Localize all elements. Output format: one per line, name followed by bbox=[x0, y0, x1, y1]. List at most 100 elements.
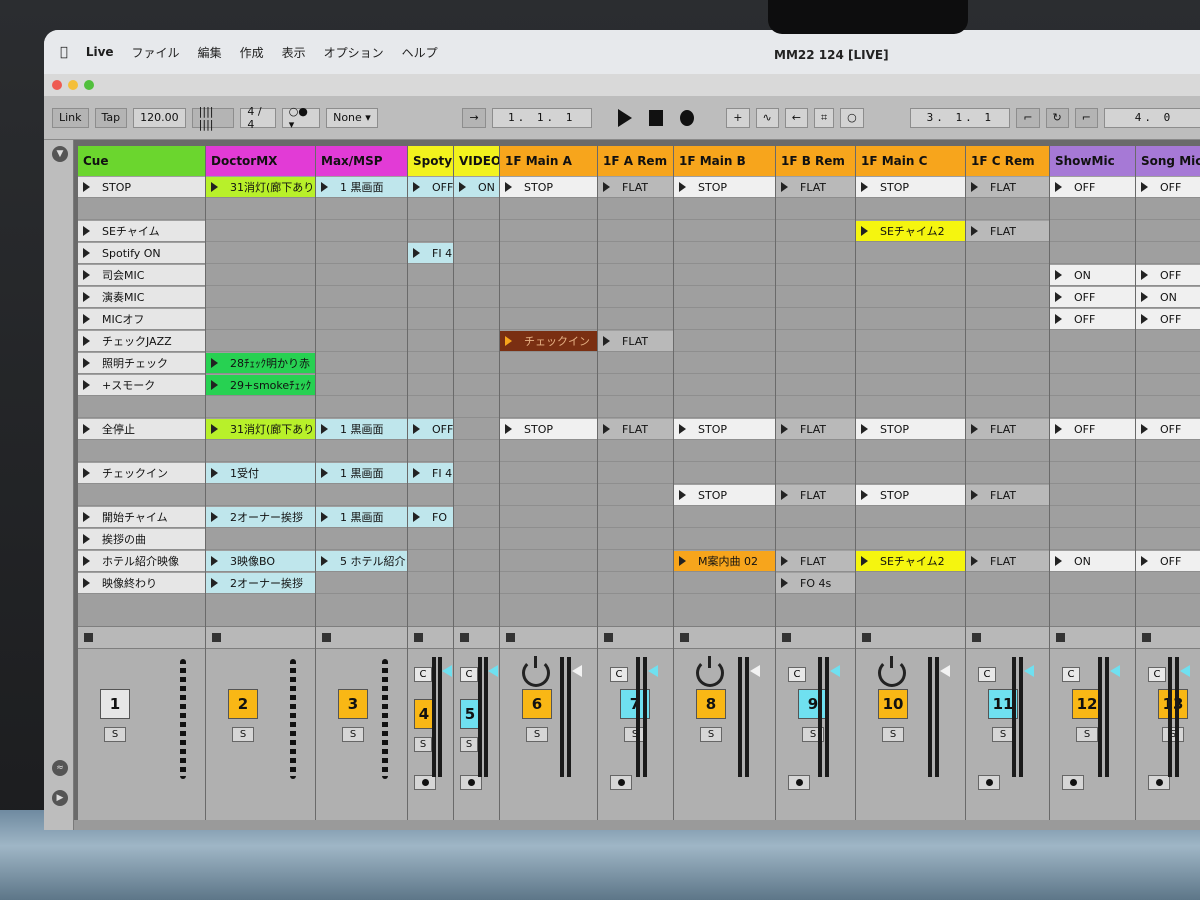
clip-slot[interactable] bbox=[598, 264, 673, 286]
clip-slot[interactable] bbox=[776, 286, 855, 308]
play-clip-icon[interactable] bbox=[413, 468, 420, 478]
clip-slot[interactable]: FLAT bbox=[966, 220, 1049, 242]
quantize-select[interactable]: None ▾ bbox=[326, 107, 378, 128]
arrangement-position[interactable]: 1. 1. 1 bbox=[491, 107, 592, 128]
clip-slot[interactable] bbox=[856, 440, 965, 462]
clip[interactable]: FLAT bbox=[966, 419, 1049, 439]
clip-slot[interactable]: 5 ホテル紹介 bbox=[316, 550, 407, 572]
play-clip-icon[interactable] bbox=[1141, 292, 1148, 302]
clip-slot[interactable] bbox=[776, 264, 855, 286]
scene-launch[interactable]: チェックイン bbox=[78, 463, 205, 483]
pan-knob[interactable] bbox=[522, 656, 550, 687]
clip-slot[interactable] bbox=[856, 198, 965, 220]
clip-slot[interactable] bbox=[408, 308, 453, 330]
clip[interactable]: 1 黒画面 bbox=[316, 177, 407, 197]
clip-slot[interactable] bbox=[776, 220, 855, 242]
clip-slot[interactable] bbox=[316, 396, 407, 418]
clip-slot[interactable] bbox=[856, 506, 965, 528]
tempo-field[interactable]: 120.00 bbox=[133, 107, 186, 128]
clip[interactable]: ON bbox=[1050, 265, 1135, 285]
clip-slot[interactable] bbox=[454, 484, 499, 506]
clip-slot[interactable]: STOP bbox=[500, 418, 597, 440]
clip-slot[interactable] bbox=[1050, 352, 1135, 374]
clip-slot[interactable]: チェックイン bbox=[78, 462, 205, 484]
track-header[interactable]: 1F Main C bbox=[856, 146, 965, 176]
track-header[interactable]: Max/MSP bbox=[316, 146, 407, 176]
clip-slot[interactable] bbox=[776, 374, 855, 396]
clip-slot[interactable]: STOP bbox=[856, 484, 965, 506]
clip-slot[interactable] bbox=[500, 462, 597, 484]
clip-slot[interactable]: FLAT bbox=[966, 550, 1049, 572]
clip-slot[interactable] bbox=[776, 330, 855, 352]
cue-out-button[interactable]: C bbox=[978, 667, 996, 682]
clip-slot[interactable]: 2オーナー挨拶 bbox=[206, 506, 315, 528]
cue-out-button[interactable]: C bbox=[610, 667, 628, 682]
clip-slot[interactable] bbox=[316, 352, 407, 374]
clip-slot[interactable] bbox=[408, 352, 453, 374]
clip-slot[interactable]: 1 黒画面 bbox=[316, 506, 407, 528]
clip-slot[interactable] bbox=[454, 528, 499, 550]
stop-icon[interactable] bbox=[648, 109, 663, 126]
clip-slot[interactable] bbox=[674, 352, 775, 374]
play-clip-icon[interactable] bbox=[1141, 182, 1148, 192]
play-clip-icon[interactable] bbox=[505, 336, 512, 346]
clip-slot[interactable] bbox=[1050, 374, 1135, 396]
play-clip-icon[interactable] bbox=[83, 270, 90, 280]
clip-slot[interactable]: 全停止 bbox=[78, 418, 205, 440]
play-clip-icon[interactable] bbox=[603, 182, 610, 192]
clip-slot[interactable] bbox=[500, 220, 597, 242]
clip-slot[interactable] bbox=[1050, 330, 1135, 352]
clip-slot[interactable] bbox=[966, 528, 1049, 550]
stop-clip-icon[interactable] bbox=[212, 633, 221, 642]
clip-slot[interactable] bbox=[966, 242, 1049, 264]
clip-slot[interactable] bbox=[776, 352, 855, 374]
clip-slot[interactable] bbox=[500, 308, 597, 330]
clip-slot[interactable] bbox=[598, 462, 673, 484]
clip-slot[interactable]: 29+smokeﾁｪｯｸ bbox=[206, 374, 315, 396]
cue-out-button[interactable]: C bbox=[788, 667, 806, 682]
play-clip-icon[interactable] bbox=[971, 556, 978, 566]
clip-slot[interactable]: 照明チェック bbox=[78, 352, 205, 374]
clip-slot[interactable]: STOP bbox=[856, 418, 965, 440]
clip-slot[interactable] bbox=[500, 572, 597, 594]
scene-launch[interactable]: 映像終わり bbox=[78, 573, 205, 593]
menu-view[interactable]: 表示 bbox=[282, 44, 306, 61]
clip-slot[interactable] bbox=[500, 396, 597, 418]
clip-slot[interactable] bbox=[454, 462, 499, 484]
clip[interactable]: 3映像BO bbox=[206, 551, 315, 571]
play-clip-icon[interactable] bbox=[971, 182, 978, 192]
clip[interactable]: 1 黒画面 bbox=[316, 507, 407, 527]
clip-slot[interactable] bbox=[316, 242, 407, 264]
clip-slot[interactable] bbox=[1136, 220, 1200, 242]
clip-slot[interactable]: ホテル紹介映像 bbox=[78, 550, 205, 572]
volume-slider-handle[interactable] bbox=[648, 665, 658, 677]
play-clip-icon[interactable] bbox=[211, 380, 218, 390]
clip-slot[interactable] bbox=[966, 396, 1049, 418]
play-clip-icon[interactable] bbox=[505, 424, 512, 434]
clip[interactable]: OFF bbox=[1136, 419, 1200, 439]
play-clip-icon[interactable] bbox=[321, 182, 328, 192]
play-clip-icon[interactable] bbox=[211, 578, 218, 588]
play-clip-icon[interactable] bbox=[1055, 182, 1062, 192]
play-clip-icon[interactable] bbox=[83, 358, 90, 368]
clip-slot[interactable] bbox=[454, 572, 499, 594]
menu-app[interactable]: Live bbox=[86, 45, 114, 59]
clip-slot[interactable] bbox=[316, 374, 407, 396]
play-clip-icon[interactable] bbox=[83, 248, 90, 258]
punch-in-icon[interactable]: ⌐ bbox=[1016, 107, 1040, 128]
clip-slot[interactable] bbox=[776, 396, 855, 418]
clip-slot[interactable]: 1 黒画面 bbox=[316, 462, 407, 484]
play-clip-icon[interactable] bbox=[83, 182, 90, 192]
clip-slot[interactable]: OFF bbox=[1136, 550, 1200, 572]
track-header[interactable]: Spoty bbox=[408, 146, 453, 176]
clip-slot[interactable] bbox=[454, 396, 499, 418]
track-activator[interactable]: 4 bbox=[414, 699, 434, 729]
clip-slot[interactable]: +スモーク bbox=[78, 374, 205, 396]
clip[interactable]: 2オーナー挨拶 bbox=[206, 573, 315, 593]
clip-slot[interactable] bbox=[1136, 572, 1200, 594]
clip-slot[interactable] bbox=[316, 572, 407, 594]
clip[interactable]: 5 ホテル紹介 bbox=[316, 551, 407, 571]
clip-slot[interactable] bbox=[674, 220, 775, 242]
clip-slot[interactable] bbox=[78, 396, 205, 418]
back-to-arrangement-icon[interactable]: ← bbox=[784, 107, 808, 128]
